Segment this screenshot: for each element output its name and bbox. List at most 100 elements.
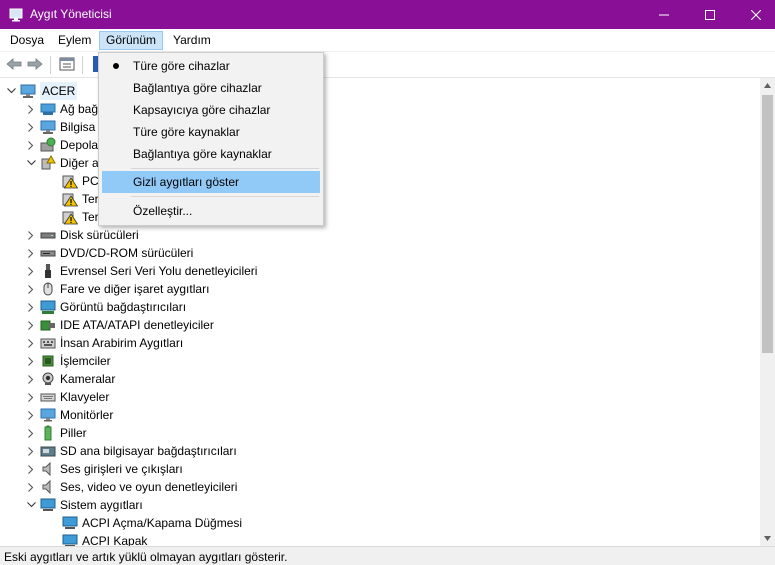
chevron-right-icon[interactable]	[26, 298, 36, 316]
monitor-icon	[40, 407, 56, 423]
menu-view[interactable]: Görünüm	[99, 31, 164, 50]
chevron-right-icon[interactable]	[26, 478, 36, 496]
chevron-right-icon[interactable]	[26, 100, 36, 118]
device-manager-icon	[8, 7, 24, 23]
menu-item-label: Bağlantıya göre cihazlar	[133, 81, 262, 95]
chevron-down-icon[interactable]	[6, 82, 16, 100]
tree-item-label: SD ana bilgisayar bağdaştırıcıları	[60, 444, 237, 458]
tree-child-item[interactable]: ACPI Kapak	[48, 532, 147, 546]
tree-category-item[interactable]: Ses, video ve oyun denetleyicileri	[26, 478, 237, 496]
tree-child-item[interactable]: Ter	[48, 190, 99, 208]
tree-item-label: ACPI Kapak	[82, 534, 148, 546]
tree-category-item[interactable]: Piller	[26, 424, 87, 442]
tree-child-item[interactable]: PC	[48, 172, 99, 190]
tree-category-item[interactable]: Bilgisa	[26, 118, 95, 136]
sd-host-icon	[40, 443, 56, 459]
chevron-down-icon[interactable]	[26, 154, 36, 172]
properties-button[interactable]	[57, 56, 77, 74]
tree-category-item[interactable]: Depola	[26, 136, 98, 154]
tree-item-label: Klavyeler	[60, 390, 110, 404]
tree-category-item[interactable]: IDE ATA/ATAPI denetleyiciler	[26, 316, 214, 334]
warning-device-icon	[62, 173, 78, 189]
status-text: Eski aygıtları ve artık yüklü olmayan ay…	[4, 550, 288, 564]
tree-item-label: Görüntü bağdaştırıcıları	[60, 300, 187, 314]
menu-item-devices-by-connection[interactable]: Bağlantıya göre cihazlar	[102, 77, 320, 99]
menu-separator	[131, 196, 319, 197]
tree-item-label: IDE ATA/ATAPI denetleyiciler	[60, 318, 214, 332]
tree-category-item[interactable]: Diğer a	[26, 154, 99, 172]
scroll-thumb[interactable]	[762, 95, 773, 353]
menu-help[interactable]: Yardım	[167, 31, 217, 50]
close-button[interactable]	[733, 0, 775, 29]
menu-item-resources-by-type[interactable]: Türe göre kaynaklar	[102, 121, 320, 143]
hid-icon	[40, 335, 56, 351]
forward-button[interactable]	[25, 56, 45, 74]
tree-category-item[interactable]: Ağ bağ	[26, 100, 98, 118]
chevron-right-icon[interactable]	[26, 136, 36, 154]
network-adapter-icon	[40, 101, 56, 117]
chevron-right-icon[interactable]	[26, 226, 36, 244]
tree-category-item[interactable]: Evrensel Seri Veri Yolu denetleyicileri	[26, 262, 257, 280]
display-adapter-icon	[40, 299, 56, 315]
tree-item-label: Ses, video ve oyun denetleyicileri	[60, 480, 238, 494]
scroll-up-button[interactable]	[760, 78, 775, 93]
menu-action[interactable]: Eylem	[52, 31, 97, 50]
tree-category-item[interactable]: Fare ve diğer işaret aygıtları	[26, 280, 209, 298]
system-device-icon	[62, 515, 78, 531]
chevron-right-icon[interactable]	[26, 388, 36, 406]
chevron-right-icon[interactable]	[26, 406, 36, 424]
usb-icon	[40, 263, 56, 279]
minimize-button[interactable]	[641, 0, 687, 29]
maximize-button[interactable]	[687, 0, 733, 29]
menu-item-customize[interactable]: Özelleştir...	[102, 200, 320, 222]
tree-category-item[interactable]: Klavyeler	[26, 388, 109, 406]
back-button[interactable]	[4, 56, 24, 74]
menu-item-devices-by-type[interactable]: Türe göre cihazlar	[102, 55, 320, 77]
tree-category-item[interactable]: Ses girişleri ve çıkışları	[26, 460, 183, 478]
menu-separator	[131, 168, 319, 169]
chevron-right-icon[interactable]	[26, 370, 36, 388]
tree-child-item[interactable]: ACPI Açma/Kapama Düğmesi	[48, 514, 242, 532]
tree-item-label: Ses girişleri ve çıkışları	[60, 462, 183, 476]
system-device-icon	[62, 533, 78, 546]
chevron-right-icon[interactable]	[26, 460, 36, 478]
menu-file[interactable]: Dosya	[4, 31, 50, 50]
menu-item-show-hidden-devices[interactable]: Gizli aygıtları göster	[102, 171, 320, 193]
tree-child-item[interactable]: Ter	[48, 208, 99, 226]
vertical-scrollbar[interactable]	[760, 78, 775, 546]
tree-category-item[interactable]: DVD/CD-ROM sürücüleri	[26, 244, 193, 262]
tree-category-item[interactable]: Monitörler	[26, 406, 113, 424]
toolbar-separator	[82, 56, 83, 74]
chevron-right-icon[interactable]	[26, 424, 36, 442]
tree-item-label: Fare ve diğer işaret aygıtları	[60, 282, 210, 296]
chevron-right-icon[interactable]	[26, 280, 36, 298]
tree-root[interactable]: ACER	[6, 82, 78, 100]
chevron-right-icon[interactable]	[26, 334, 36, 352]
tree-category-item[interactable]: SD ana bilgisayar bağdaştırıcıları	[26, 442, 237, 460]
tree-category-item[interactable]: Kameralar	[26, 370, 115, 388]
chevron-right-icon[interactable]	[26, 442, 36, 460]
tree-item-label: Ter	[82, 210, 99, 224]
tree-item-label: Evrensel Seri Veri Yolu denetleyicileri	[60, 264, 258, 278]
chevron-right-icon[interactable]	[26, 262, 36, 280]
chevron-down-icon[interactable]	[26, 496, 36, 514]
tree-category-item[interactable]: Görüntü bağdaştırıcıları	[26, 298, 186, 316]
menu-item-label: Kapsayıcıya göre cihazlar	[133, 103, 271, 117]
tree-category-item[interactable]: İşlemciler	[26, 352, 111, 370]
other-devices-icon	[40, 155, 56, 171]
scroll-down-button[interactable]	[760, 531, 775, 546]
tree-item-label: Ter	[82, 192, 99, 206]
tree-category-item[interactable]: Disk sürücüleri	[26, 226, 139, 244]
menu-item-resources-by-connection[interactable]: Bağlantıya göre kaynaklar	[102, 143, 320, 165]
tree-category-item[interactable]: İnsan Arabirim Aygıtları	[26, 334, 183, 352]
tree-item-label: İnsan Arabirim Aygıtları	[60, 336, 184, 350]
menu-item-devices-by-container[interactable]: Kapsayıcıya göre cihazlar	[102, 99, 320, 121]
warning-device-icon	[62, 209, 78, 225]
chevron-right-icon[interactable]	[26, 118, 36, 136]
chevron-right-icon[interactable]	[26, 244, 36, 262]
chevron-right-icon[interactable]	[26, 316, 36, 334]
tree-item-label: Disk sürücüleri	[60, 228, 139, 242]
tree-category-item[interactable]: Sistem aygıtları	[26, 496, 143, 514]
storage-controller-icon	[40, 137, 56, 153]
chevron-right-icon[interactable]	[26, 352, 36, 370]
